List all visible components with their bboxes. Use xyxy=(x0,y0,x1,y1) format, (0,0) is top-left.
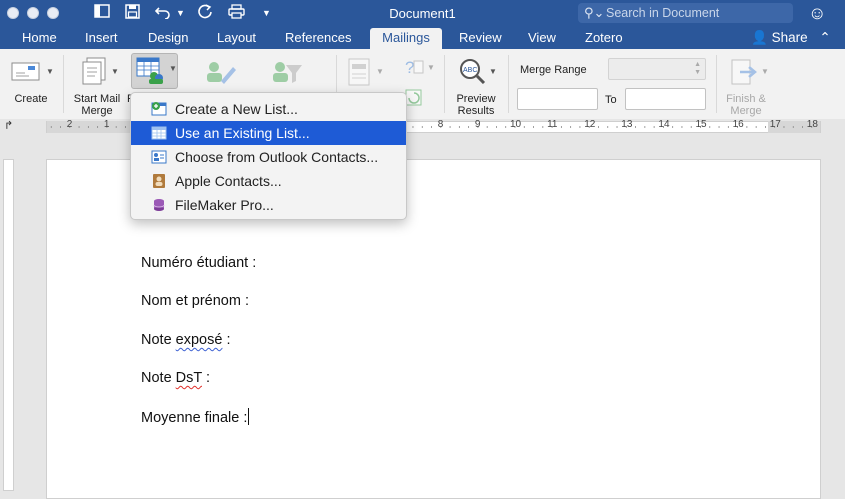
separator xyxy=(716,55,717,113)
ribbon-tabs: Home Insert Design Layout References Mai… xyxy=(0,27,845,49)
envelope-icon[interactable] xyxy=(11,60,43,87)
menu-item-filemaker-pro[interactable]: FileMaker Pro... xyxy=(131,193,406,217)
menu-item-create-new-list[interactable]: Create a New List... xyxy=(131,97,406,121)
select-recipients-button[interactable]: ▼ xyxy=(131,53,178,89)
separator xyxy=(63,55,64,113)
menu-item-outlook-contacts[interactable]: Choose from Outlook Contacts... xyxy=(131,145,406,169)
tab-review[interactable]: Review xyxy=(459,27,502,49)
ruler-tick-label: 9 xyxy=(474,119,481,130)
apple-contacts-icon xyxy=(153,174,165,188)
ruler-tick-label: 16 xyxy=(732,119,744,130)
new-list-icon xyxy=(151,102,167,116)
ruler-tick-label: 13 xyxy=(621,119,633,130)
document-line-5[interactable]: Moyenne finale : xyxy=(141,408,250,426)
ruler-tick-label: 18 xyxy=(806,119,818,130)
rules-dropdown-icon[interactable]: ▼ xyxy=(427,63,435,72)
merge-range-select[interactable]: ▲ ▼ xyxy=(608,58,706,80)
add-person-icon: 👤 xyxy=(751,30,768,45)
ruler-tick-label: 17 xyxy=(769,119,781,130)
filter-recipients-icon[interactable] xyxy=(271,59,303,90)
menu-item-apple-contacts[interactable]: Apple Contacts... xyxy=(131,169,406,193)
ruler-tick-label: 11 xyxy=(547,119,558,130)
grammar-flagged-word[interactable]: exposé xyxy=(176,332,223,348)
select-recipients-dropdown-icon: ▼ xyxy=(169,64,177,73)
create-button-label[interactable]: Create xyxy=(8,93,54,105)
svg-text:ABC: ABC xyxy=(463,67,477,74)
edit-recipient-list-icon[interactable] xyxy=(205,59,237,90)
finish-merge-dropdown-icon[interactable]: ▼ xyxy=(761,67,769,76)
separator xyxy=(508,55,509,113)
outlook-contacts-icon xyxy=(151,150,167,164)
document-stack-icon[interactable] xyxy=(79,57,109,94)
tab-references[interactable]: References xyxy=(285,27,351,49)
ruler-tick-label: 8 xyxy=(437,119,444,130)
separator xyxy=(444,55,445,113)
menu-item-use-existing-list[interactable]: Use an Existing List... xyxy=(131,121,406,145)
feedback-smiley-icon[interactable]: ☺ xyxy=(808,3,826,24)
collapse-ribbon-icon[interactable]: ⌃ xyxy=(819,30,830,45)
merge-range-to-input[interactable] xyxy=(625,88,706,110)
filemaker-icon xyxy=(153,199,165,211)
share-button[interactable]: 👤 Share ⌃ xyxy=(751,28,831,48)
create-dropdown-icon[interactable]: ▼ xyxy=(46,67,54,76)
svg-text:?: ? xyxy=(405,58,414,77)
spelling-flagged-word[interactable]: DsT xyxy=(176,370,202,386)
preview-results-label[interactable]: Preview Results xyxy=(450,93,502,117)
document-line-4[interactable]: Note DsT : xyxy=(141,370,210,386)
share-label: Share xyxy=(771,30,808,45)
horizontal-ruler[interactable]: ↱ 21123456789101112131415161718 xyxy=(0,119,845,135)
finish-merge-label[interactable]: Finish & Merge xyxy=(720,93,772,117)
tab-design[interactable]: Design xyxy=(148,27,188,49)
tab-layout[interactable]: Layout xyxy=(217,27,256,49)
tab-view[interactable]: View xyxy=(528,27,556,49)
existing-list-icon xyxy=(151,126,167,140)
ruler-tick-label: 12 xyxy=(584,119,596,130)
recipients-list-icon xyxy=(136,57,163,84)
ruler-tick-label: 10 xyxy=(510,119,522,130)
rules-icon[interactable]: ? xyxy=(403,57,425,82)
to-label: To xyxy=(605,94,617,106)
document-line-2[interactable]: Nom et prénom : xyxy=(141,293,249,309)
ruler-tick-label: 1 xyxy=(103,119,110,130)
preview-results-dropdown-icon[interactable]: ▼ xyxy=(489,67,497,76)
vertical-ruler[interactable] xyxy=(0,135,16,491)
tab-home[interactable]: Home xyxy=(22,27,57,49)
ruler-ticks xyxy=(50,126,813,128)
search-icon: ⚲⌄ xyxy=(584,5,605,20)
tab-insert[interactable]: Insert xyxy=(85,27,118,49)
insert-merge-field-dropdown-icon[interactable]: ▼ xyxy=(376,67,384,76)
merge-range-from-input[interactable] xyxy=(517,88,598,110)
ruler-tick-label: 14 xyxy=(658,119,670,130)
start-mail-merge-dropdown-icon[interactable]: ▼ xyxy=(111,67,119,76)
stepper-icon: ▲ ▼ xyxy=(694,61,701,76)
preview-results-icon[interactable]: ABC xyxy=(456,58,490,89)
document-line-3[interactable]: Note exposé : xyxy=(141,332,231,348)
merge-range-label: Merge Range xyxy=(520,64,587,76)
update-labels-icon[interactable] xyxy=(405,89,423,112)
select-recipients-menu: Create a New List... Use an Existing Lis… xyxy=(130,92,407,220)
text-cursor xyxy=(248,408,250,425)
search-box[interactable]: ⚲⌄ Search in Document xyxy=(578,3,793,23)
ribbon: ▼ Create ▼ Start Mail Merge ▼ R ▼ ? ▼ xyxy=(0,49,845,120)
search-placeholder: Search in Document xyxy=(606,6,720,20)
ruler-tick-label: 15 xyxy=(695,119,707,130)
title-bar: ▼ ▼ Document1 ⚲⌄ Search in Document ☺ xyxy=(0,0,845,27)
tab-mailings[interactable]: Mailings xyxy=(370,28,442,49)
vertical-ruler-track xyxy=(3,159,14,491)
finish-merge-icon[interactable] xyxy=(730,58,760,93)
start-mail-merge-label[interactable]: Start Mail Merge xyxy=(68,93,126,117)
document-line-1[interactable]: Numéro étudiant : xyxy=(141,255,256,271)
ruler-tick-label: 2 xyxy=(66,119,73,130)
tab-zotero[interactable]: Zotero xyxy=(585,27,623,49)
insert-merge-field-icon[interactable] xyxy=(348,58,372,91)
